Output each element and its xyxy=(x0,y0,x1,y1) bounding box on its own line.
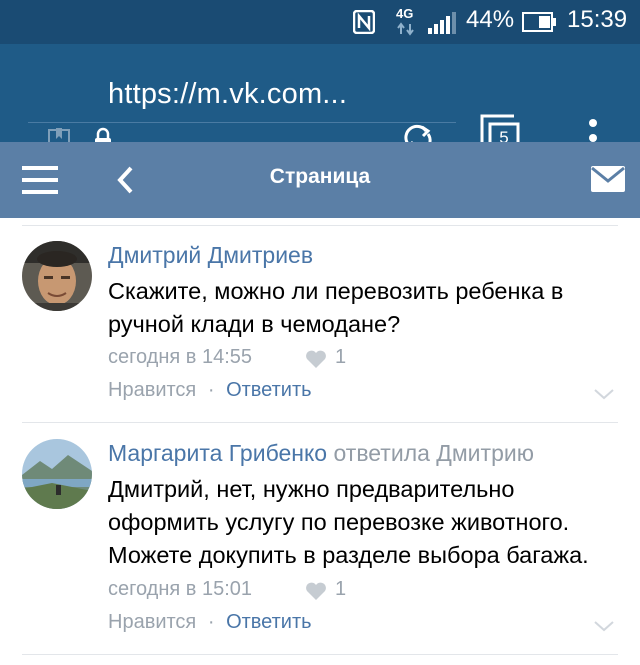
like-button[interactable]: Нравится xyxy=(108,379,196,401)
url-text[interactable]: https://m.vk.com... xyxy=(108,78,347,111)
status-bar: 4G 44% 15:39 xyxy=(0,0,640,44)
browser-toolbar: https://m.vk.com... 5 xyxy=(0,44,640,158)
battery-percent: 44% xyxy=(466,6,515,33)
comment-time[interactable]: сегодня в 14:55 xyxy=(108,346,252,369)
reply-button[interactable]: Ответить xyxy=(226,379,312,401)
chevron-down-icon[interactable] xyxy=(593,388,615,400)
author-name[interactable]: Дмитрий Дмитриев xyxy=(108,242,313,268)
comment-text-line: Дмитрий, нет, нужно предварительно xyxy=(108,476,515,502)
comments-list: Дмитрий Дмитриев Скажите, можно ли перев… xyxy=(0,218,640,665)
actions-separator: · xyxy=(207,379,215,401)
heart-icon[interactable] xyxy=(305,350,327,369)
network-type: 4G xyxy=(396,6,414,21)
comment-author[interactable]: Маргарита Грибенко ответила Дмитрию xyxy=(108,440,534,467)
like-count: 1 xyxy=(335,346,347,368)
divider xyxy=(22,654,618,655)
like-button[interactable]: Нравится xyxy=(108,611,196,633)
comment-text: Скажите, можно ли перевозить ребенка в р… xyxy=(108,275,628,341)
app-header: Страница xyxy=(0,142,640,218)
divider xyxy=(22,422,618,423)
reply-button[interactable]: Ответить xyxy=(226,611,312,633)
comment-text-line: Скажите, можно ли перевозить ребенка в xyxy=(108,278,564,304)
data-arrows-icon xyxy=(397,22,414,36)
comment-text: Дмитрий, нет, нужно предварительно оформ… xyxy=(108,473,628,572)
comment-text-line: ручной клади в чемодане? xyxy=(108,311,401,337)
nfc-icon xyxy=(353,10,375,34)
battery-icon xyxy=(522,12,556,32)
actions-separator: · xyxy=(207,611,215,633)
like-count: 1 xyxy=(335,578,347,600)
avatar[interactable] xyxy=(22,439,92,509)
divider xyxy=(22,225,618,226)
signal-icon xyxy=(428,12,456,34)
clock: 15:39 xyxy=(567,6,628,33)
author-name[interactable]: Маргарита Грибенко xyxy=(108,440,327,466)
comment-time[interactable]: сегодня в 15:01 xyxy=(108,578,252,601)
reply-to-label[interactable]: ответила Дмитрию xyxy=(334,440,534,466)
heart-icon[interactable] xyxy=(305,582,327,601)
comment-text-line: Можете докупить в разделе выбора багажа. xyxy=(108,542,589,568)
avatar[interactable] xyxy=(22,241,92,311)
comment-author[interactable]: Дмитрий Дмитриев xyxy=(108,242,313,269)
comment-actions: Нравится · Ответить xyxy=(108,379,312,402)
comment-actions: Нравится · Ответить xyxy=(108,611,312,634)
mail-icon[interactable] xyxy=(591,166,625,192)
chevron-down-icon[interactable] xyxy=(593,620,615,632)
page-title: Страница xyxy=(269,165,371,188)
comment-text-line: оформить услугу по перевозке животного. xyxy=(108,509,570,535)
